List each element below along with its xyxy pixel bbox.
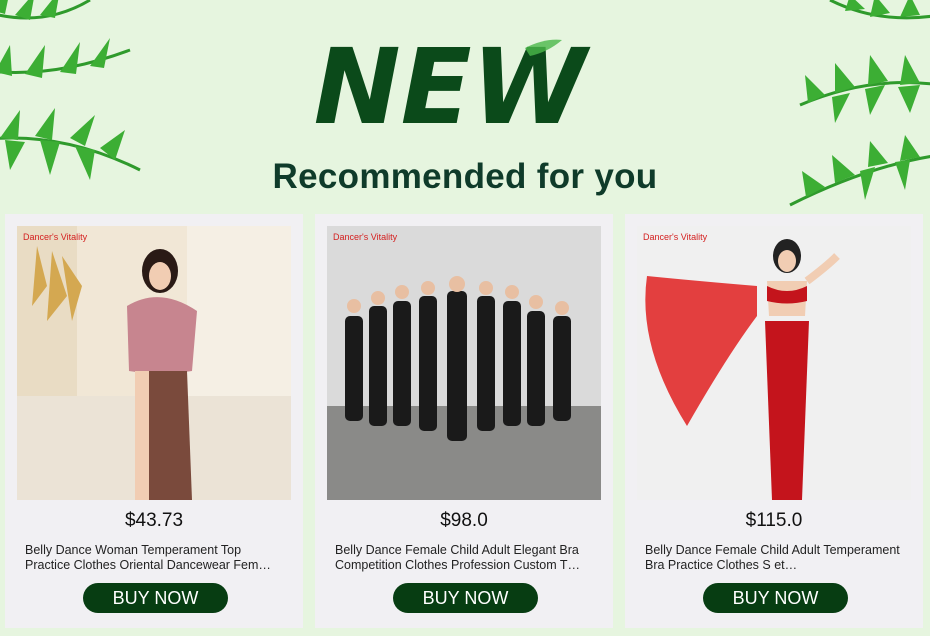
buy-now-button[interactable]: BUY NOW [703, 583, 848, 613]
product-grid: Dancer's Vitality $43.73 Belly Dance Wom… [5, 214, 925, 630]
product-photo-icon [327, 226, 601, 500]
product-price: $115.0 [745, 510, 803, 531]
new-logo: NEW [314, 26, 591, 148]
product-photo-icon [637, 226, 911, 500]
product-image[interactable]: Dancer's Vitality [17, 226, 291, 500]
product-card[interactable]: Dancer's Vitality $43.73 Belly Dance Wom… [5, 214, 303, 628]
buy-now-button[interactable]: BUY NOW [83, 583, 228, 613]
product-image[interactable]: Dancer's Vitality [637, 226, 911, 500]
promo-banner: NEW Recommended for you [0, 0, 930, 215]
product-image[interactable]: Dancer's Vitality [327, 226, 601, 500]
brand-label: Dancer's Vitality [333, 232, 398, 242]
product-title[interactable]: Belly Dance Female Child Adult Temperame… [645, 543, 905, 573]
brand-label: Dancer's Vitality [643, 232, 708, 242]
product-title[interactable]: Belly Dance Woman Temperament Top Practi… [25, 543, 285, 573]
product-title[interactable]: Belly Dance Female Child Adult Elegant B… [335, 543, 595, 573]
product-price: $43.73 [124, 510, 184, 531]
buy-now-button[interactable]: BUY NOW [393, 583, 538, 613]
product-price: $98.0 [440, 510, 488, 531]
product-photo-icon [17, 226, 291, 500]
product-card[interactable]: Dancer's Vitality $115.0 Belly Dance Fem… [625, 214, 923, 628]
brand-label: Dancer's Vitality [23, 232, 88, 242]
product-card[interactable]: Dancer's Vitality $98.0 Belly Dance Fema… [315, 214, 613, 628]
page-title: Recommended for you [272, 157, 658, 196]
